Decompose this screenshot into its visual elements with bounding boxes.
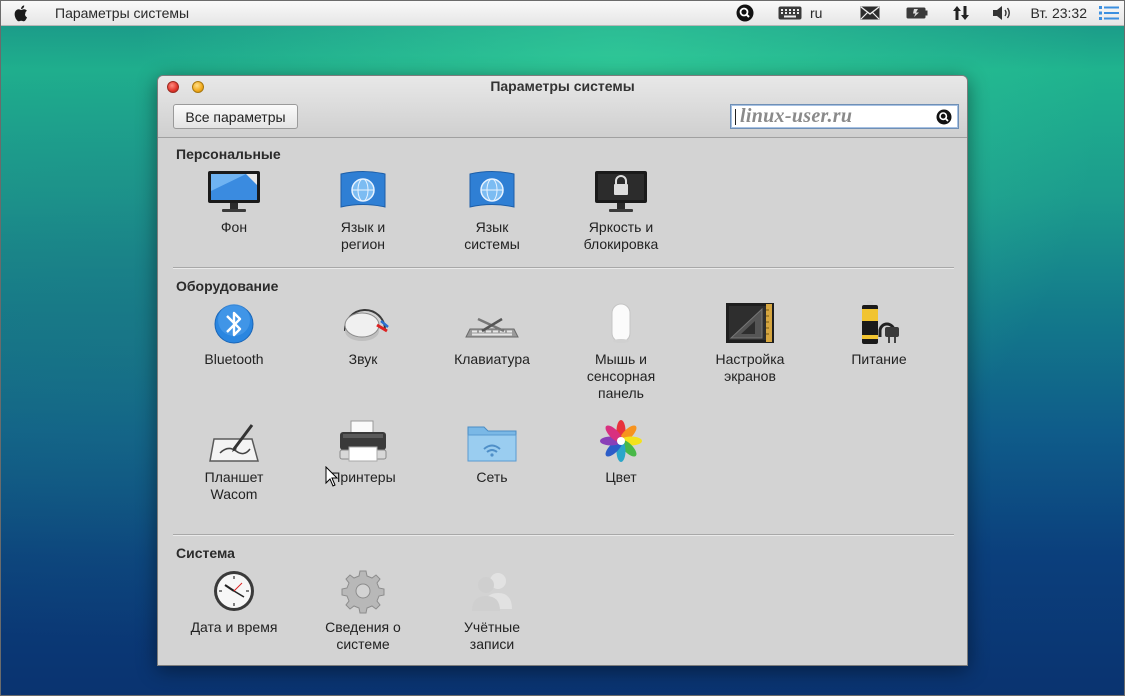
text-caret <box>735 108 736 125</box>
pref-label: Яркость и <box>588 219 654 235</box>
volume-icon[interactable] <box>992 5 1014 21</box>
pref-label: Принтеры <box>330 469 396 485</box>
all-settings-button[interactable]: Все параметры <box>173 104 298 129</box>
pref-label: Язык и <box>340 219 386 235</box>
search-icon[interactable] <box>936 109 952 125</box>
users-icon <box>472 573 512 611</box>
pref-item-user-accounts[interactable]: Учётные записи <box>430 569 554 653</box>
mouse-cursor-icon <box>325 466 339 487</box>
keyboard-icon[interactable] <box>778 6 802 20</box>
pref-item-displays[interactable]: Настройка экранов <box>688 301 812 385</box>
pref-item-brightness-lock[interactable]: Яркость и блокировка <box>559 169 683 253</box>
mail-icon[interactable] <box>860 5 880 20</box>
tablet-pen-icon <box>209 424 259 462</box>
pref-item-sound[interactable]: Звук <box>301 301 425 368</box>
pref-label: панель <box>598 385 644 401</box>
keyboard-tools-icon <box>465 317 519 338</box>
pref-label: Учётные <box>464 619 520 635</box>
pref-label: Настройка <box>715 351 785 367</box>
pref-item-mouse-touchpad[interactable]: Мышь и сенсорная панель <box>559 301 683 402</box>
pref-label: Цвет <box>605 469 637 485</box>
system-settings-window: Параметры системы Все параметры linux-us… <box>157 75 968 666</box>
color-flower-icon <box>600 420 642 462</box>
pref-item-keyboard[interactable]: Клавиатура <box>430 301 554 368</box>
pref-label: Язык <box>475 219 509 235</box>
pref-label: Планшет <box>204 469 264 485</box>
sound-knob-icon <box>343 308 389 341</box>
search-circle-icon[interactable] <box>736 4 754 22</box>
pref-label: системы <box>464 236 520 252</box>
pref-item-power[interactable]: Питание <box>817 301 941 368</box>
section-title-personal: Персональные <box>176 146 281 162</box>
pref-label: системе <box>336 636 390 652</box>
printer-icon <box>339 420 387 462</box>
keyboard-layout-indicator[interactable]: ru <box>810 5 822 21</box>
clock-icon <box>214 571 254 611</box>
network-folder-icon <box>467 426 517 462</box>
pref-item-color[interactable]: Цвет <box>559 419 683 486</box>
pref-item-system-info[interactable]: Сведения о системе <box>301 569 425 653</box>
top-menubar: Параметры системы ru Вт. 23:32 <box>0 0 1125 26</box>
battery-icon[interactable] <box>906 7 928 19</box>
pref-label: Клавиатура <box>454 351 530 367</box>
lock-monitor-icon <box>595 171 647 212</box>
section-divider <box>173 267 954 269</box>
pref-item-wacom-tablet[interactable]: Планшет Wacom <box>172 419 296 503</box>
pref-label: Сведения о <box>325 619 401 635</box>
flag-globe-icon <box>340 171 386 208</box>
pref-label: сенсорная <box>586 368 656 384</box>
pref-label: Wacom <box>210 486 258 502</box>
search-input-value: linux-user.ru <box>740 105 853 127</box>
window-title: Параметры системы <box>490 78 635 94</box>
pref-label: Дата и время <box>190 619 278 635</box>
section-title-system: Система <box>176 545 235 561</box>
pref-label: Звук <box>348 351 378 367</box>
system-tray: ru Вт. 23:32 <box>724 0 1125 26</box>
section-title-hardware: Оборудование <box>176 278 279 294</box>
pref-label: Сеть <box>476 469 508 485</box>
pref-item-date-time[interactable]: Дата и время <box>172 569 296 636</box>
pref-label: записи <box>469 636 515 652</box>
pref-label: блокировка <box>583 236 659 252</box>
display-ruler-icon <box>726 303 774 343</box>
window-titlebar[interactable]: Параметры системы Все параметры linux-us… <box>158 76 967 138</box>
apple-icon[interactable] <box>13 4 31 22</box>
pref-item-system-language[interactable]: Язык системы <box>430 169 554 253</box>
pref-label: Питание <box>851 351 907 367</box>
mouse-icon <box>611 303 631 343</box>
pref-item-bluetooth[interactable]: Bluetooth <box>172 301 296 368</box>
bluetooth-icon <box>214 304 254 344</box>
menubar-clock[interactable]: Вт. 23:32 <box>1030 5 1087 21</box>
pref-item-language-region[interactable]: Язык и регион <box>301 169 425 253</box>
pref-item-printers[interactable]: Принтеры <box>301 419 425 486</box>
pref-label: экранов <box>724 368 776 384</box>
pref-item-wallpaper[interactable]: Фон <box>172 169 296 236</box>
network-icon[interactable] <box>952 4 970 22</box>
active-app-title[interactable]: Параметры системы <box>55 5 189 21</box>
flag-globe-icon <box>469 171 515 208</box>
wallpaper-monitor-icon <box>208 171 260 212</box>
pref-label: Bluetooth <box>204 351 264 367</box>
pref-label: регион <box>340 236 386 252</box>
pref-item-network[interactable]: Сеть <box>430 419 554 486</box>
gear-icon <box>341 570 385 614</box>
menu-list-icon[interactable] <box>1099 5 1119 21</box>
battery-plug-icon <box>862 301 899 344</box>
pref-label: Фон <box>220 219 248 235</box>
search-input[interactable]: linux-user.ru <box>730 104 959 129</box>
pref-label: Мышь и <box>595 351 647 367</box>
section-divider <box>173 534 954 536</box>
